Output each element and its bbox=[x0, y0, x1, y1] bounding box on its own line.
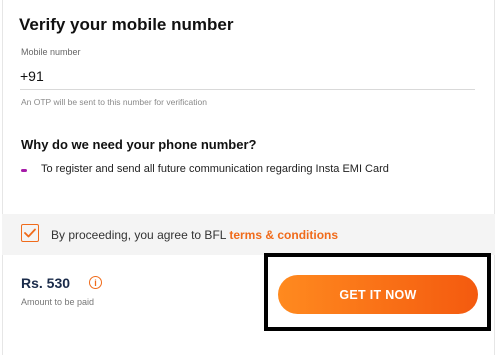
why-heading: Why do we need your phone number? bbox=[21, 137, 257, 152]
mobile-number-label: Mobile number bbox=[21, 47, 81, 57]
otp-hint: An OTP will be sent to this number for v… bbox=[21, 97, 207, 107]
reason-item: To register and send all future communic… bbox=[41, 163, 389, 175]
consent-bar: By proceeding, you agree to BFL terms & … bbox=[2, 214, 495, 255]
page-title: Verify your mobile number bbox=[19, 15, 234, 34]
info-icon[interactable]: i bbox=[89, 276, 102, 289]
checkmark-icon bbox=[24, 228, 36, 238]
get-it-now-button[interactable]: GET IT NOW bbox=[278, 275, 478, 314]
mobile-number-field[interactable]: +91 bbox=[20, 63, 475, 90]
consent-text: By proceeding, you agree to BFL terms & … bbox=[51, 228, 338, 242]
country-code: +91 bbox=[20, 68, 44, 84]
bullet-marker bbox=[21, 169, 27, 172]
amount-value: Rs. 530 bbox=[21, 275, 71, 291]
amount-label: Amount to be paid bbox=[21, 297, 95, 307]
mobile-number-input[interactable] bbox=[49, 67, 475, 85]
terms-link[interactable]: terms & conditions bbox=[229, 228, 338, 242]
consent-statement: By proceeding, you agree to BFL bbox=[51, 228, 230, 242]
consent-checkbox[interactable] bbox=[21, 224, 39, 242]
